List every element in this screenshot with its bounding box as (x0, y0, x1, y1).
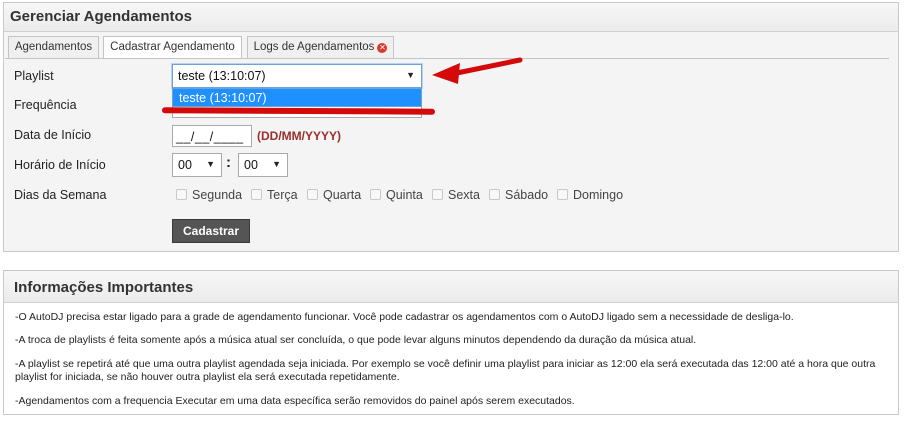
tab-label: Agendamentos (14, 41, 93, 53)
checkbox[interactable] (557, 189, 568, 200)
info-line: -Agendamentos com a frequencia Executar … (15, 395, 575, 407)
playlist-select[interactable]: teste (13:10:07) ▼ (172, 64, 422, 88)
playlist-option[interactable]: teste (13:10:07) (172, 88, 422, 107)
day-checkbox-domingo[interactable]: Domingo (557, 188, 623, 202)
checkbox[interactable] (370, 189, 381, 200)
checkbox[interactable] (176, 189, 187, 200)
day-label: Sexta (448, 188, 480, 202)
tab-logs-agendamentos[interactable]: Logs de Agendamentos ✕ (247, 36, 394, 58)
checkbox[interactable] (489, 189, 500, 200)
day-checkbox-quarta[interactable]: Quarta (307, 188, 361, 202)
day-checkbox-sabado[interactable]: Sábado (489, 188, 548, 202)
minuto-select[interactable]: 00 ▼ (238, 153, 288, 177)
tab-agendamentos[interactable]: Agendamentos (8, 36, 99, 58)
close-circle-icon[interactable]: ✕ (377, 43, 388, 53)
panel-title: Gerenciar Agendamentos (4, 3, 898, 32)
horario-inicio-label: Horário de Início (14, 158, 106, 172)
frequencia-label: Frequência (14, 98, 77, 112)
hora-value: 00 (178, 158, 192, 172)
playlist-label: Playlist (14, 69, 54, 83)
day-label: Quinta (386, 188, 423, 202)
tab-label: Cadastrar Agendamento (110, 41, 235, 53)
playlist-selected-value: teste (13:10:07) (178, 69, 266, 83)
cadastrar-button[interactable]: Cadastrar (172, 219, 250, 243)
info-line: -A troca de playlists é feita somente ap… (15, 334, 697, 346)
day-label: Sábado (505, 188, 549, 202)
checkbox[interactable] (432, 189, 443, 200)
info-line: -A playlist se repetirá até que uma outr… (15, 358, 876, 383)
day-checkbox-quinta[interactable]: Quinta (370, 188, 423, 202)
chevron-down-icon: ▼ (406, 70, 415, 80)
day-checkbox-segunda[interactable]: Segunda (176, 188, 242, 202)
day-checkbox-terca[interactable]: Terça (251, 188, 298, 202)
checkbox[interactable] (307, 189, 318, 200)
day-label: Terça (267, 188, 298, 202)
day-label: Quarta (323, 188, 362, 202)
day-label: Domingo (573, 188, 624, 202)
info-panel-title: Informações Importantes (4, 271, 898, 303)
tab-cadastrar-agendamento[interactable]: Cadastrar Agendamento (103, 36, 242, 59)
minuto-value: 00 (244, 158, 258, 172)
info-line: -O AutoDJ precisa estar ligado para a gr… (15, 311, 794, 323)
hora-select[interactable]: 00 ▼ (172, 153, 222, 177)
day-label: Segunda (192, 188, 243, 202)
data-inicio-label: Data de Início (14, 128, 92, 142)
tab-label: Logs de Agendamentos (253, 41, 375, 53)
day-checkbox-sexta[interactable]: Sexta (432, 188, 480, 202)
checkbox[interactable] (251, 189, 262, 200)
dias-semana-label: Dias da Semana (14, 188, 107, 202)
date-format-hint: (DD/MM/YYYY) (257, 129, 341, 143)
red-arrow-icon (432, 57, 523, 84)
chevron-down-icon: ▼ (206, 159, 215, 169)
chevron-down-icon: ▼ (272, 159, 281, 169)
data-inicio-input[interactable]: __/__/____ (172, 125, 252, 147)
time-separator: : (226, 154, 231, 171)
info-panel: Informações Importantes -O AutoDJ precis… (3, 270, 899, 415)
